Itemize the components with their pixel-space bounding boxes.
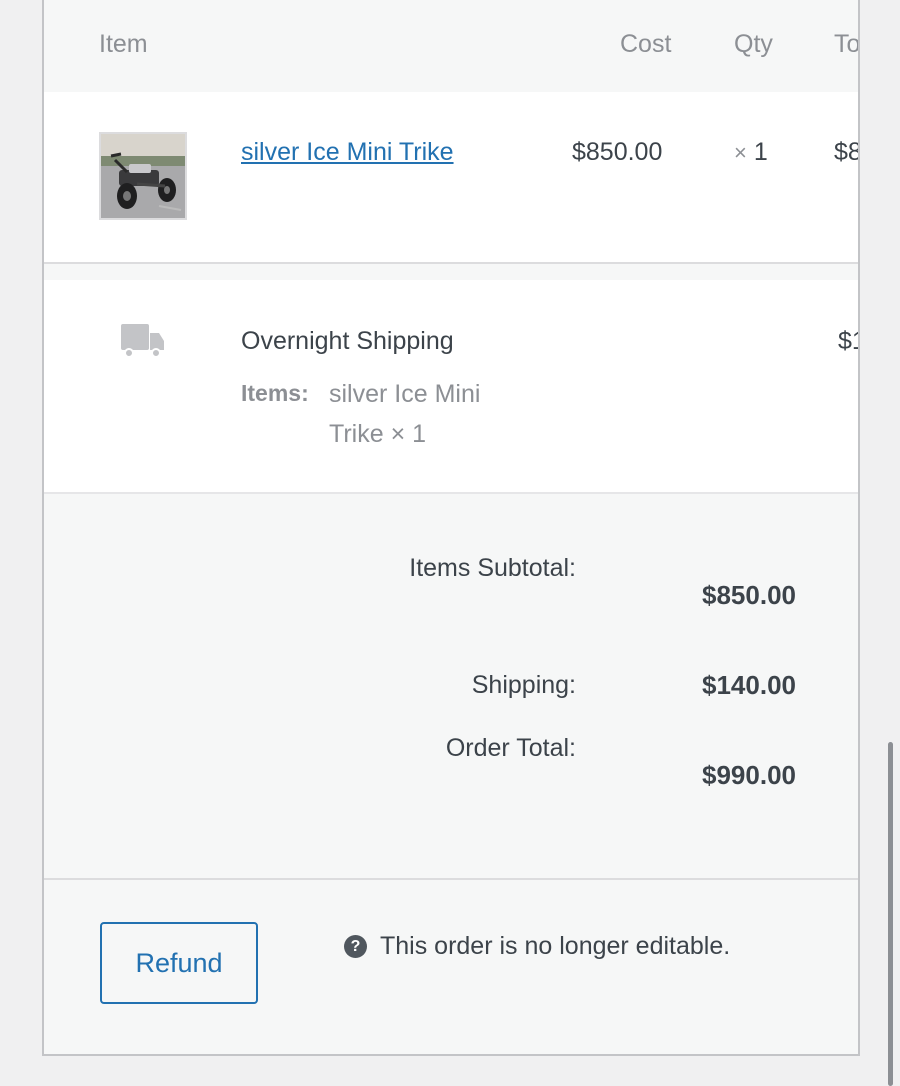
help-icon[interactable]: ? [344, 935, 367, 958]
page-scrollbar[interactable] [888, 742, 893, 1086]
product-thumbnail[interactable] [99, 132, 187, 220]
row-separator [44, 264, 858, 280]
truck-icon [121, 324, 164, 358]
product-link[interactable]: silver Ice Mini Trike [241, 138, 454, 167]
order-items-panel: Item Cost Qty Total silver Ice Mi [42, 0, 860, 1056]
items-subtotal-label: Items Subtotal: [409, 554, 576, 582]
qty-times-symbol: × [734, 140, 747, 165]
order-total-value: $990.00 [702, 760, 796, 790]
order-items-table-header: Item Cost Qty Total [44, 0, 858, 92]
order-total-label: Order Total: [445, 734, 576, 762]
shipping-method-name: Overnight Shipping [241, 327, 454, 355]
not-editable-text: This order is no longer editable. [380, 932, 731, 960]
shipping-line-row: Overnight Shipping Items: silver Ice Min… [44, 280, 858, 494]
column-header-item: Item [99, 30, 148, 58]
line-item-cost: $850.00 [572, 138, 663, 166]
column-header-cost: Cost [620, 30, 672, 58]
items-subtotal-value: $850.00 [702, 580, 796, 610]
line-item-row: silver Ice Mini Trike $850.00 × 1 $850.0… [44, 92, 858, 264]
shipping-total-label: Shipping: [471, 671, 576, 699]
order-actions-bar: Refund ? This order is no longer editabl… [44, 880, 858, 1054]
refund-button[interactable]: Refund [100, 922, 258, 1004]
column-header-qty: Qty [734, 30, 773, 58]
line-item-qty: × 1 [734, 138, 768, 167]
column-header-total: Total [834, 30, 860, 58]
shipping-items-label: Items: [241, 380, 309, 406]
line-item-total: $850.00 [834, 138, 858, 166]
not-editable-notice: ? This order is no longer editable. [344, 932, 730, 961]
shipping-line-cost: $140.00 [838, 327, 858, 355]
shipping-items-value: silver Ice Mini Trike × 1 [329, 380, 481, 448]
order-totals: Items Subtotal: $850.00 Shipping: $140.0… [44, 494, 858, 880]
shipping-total-value: $140.00 [702, 670, 796, 700]
trike-image [101, 134, 185, 218]
qty-value: 1 [753, 138, 768, 166]
